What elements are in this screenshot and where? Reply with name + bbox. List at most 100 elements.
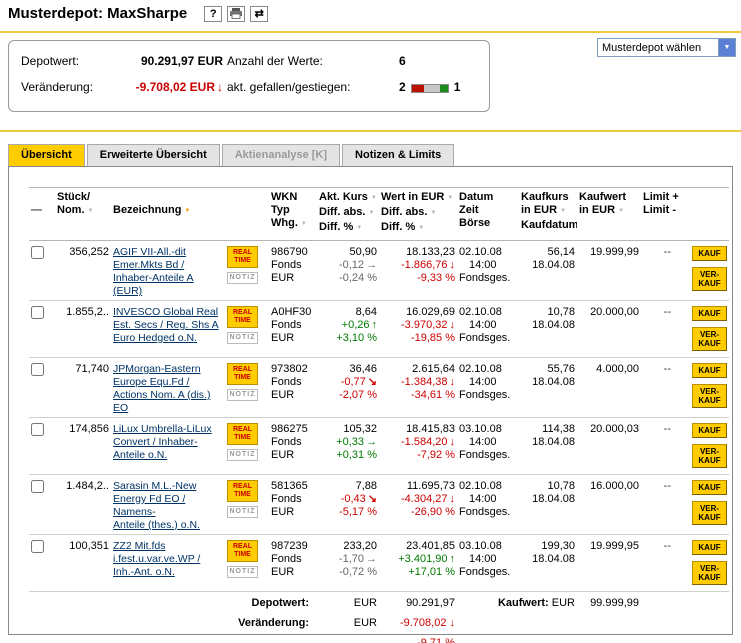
kaufwert-value: 20.000,00	[579, 306, 639, 319]
sort-icon	[415, 221, 424, 233]
waehrung-value: EUR	[271, 272, 315, 285]
stueck-value: 1.484,2..	[57, 480, 109, 493]
waehrung-value: EUR	[271, 332, 315, 345]
wert-diff-pct: -7,92 %	[417, 449, 455, 461]
boerse-value: Fondsges.	[459, 389, 517, 402]
limit-cell: --	[641, 475, 683, 535]
kauf-button[interactable]: KAUF	[692, 480, 727, 495]
tab-uebersicht[interactable]: Übersicht	[8, 144, 85, 166]
wert-trend-icon: ↓	[450, 319, 456, 331]
realtime-button[interactable]: REAL TIME	[227, 423, 258, 445]
verkauf-button[interactable]: VER- KAUF	[692, 561, 727, 585]
col-header-stueck[interactable]: Stück/ Nom.	[55, 188, 111, 241]
kauf-button[interactable]: KAUF	[692, 540, 727, 555]
instrument-link[interactable]: LiLux Umbrella-LiLux Convert / Inhaber- …	[113, 423, 212, 462]
notiz-button[interactable]: NOTIZ	[227, 332, 258, 344]
fallen-segment	[412, 85, 424, 92]
stueck-value: 174,856	[57, 423, 109, 436]
instrument-link[interactable]: INVESCO Global Real Est. Secs / Reg. Shs…	[113, 306, 219, 345]
chevron-down-icon[interactable]	[718, 39, 735, 56]
kurs-diff-abs: -0,43	[341, 493, 366, 505]
stueck-cell: 100,351	[55, 535, 111, 592]
gestiegen-segment	[440, 85, 448, 92]
instrument-link[interactable]: Sarasin M.L.-New Energy Fd EO / Namens- …	[113, 480, 200, 532]
stueck-cell: 71,740	[55, 358, 111, 418]
kaufdatum-value: 18.04.08	[521, 553, 575, 566]
page-title: Musterdepot: MaxSharpe	[8, 5, 187, 22]
kauf-button[interactable]: KAUF	[692, 423, 727, 438]
notiz-button[interactable]: NOTIZ	[227, 389, 258, 401]
footer-depotwert-label: Depotwert:	[29, 592, 317, 613]
row-checkbox[interactable]	[31, 540, 44, 553]
col-header-kurs[interactable]: Akt. Kurs Diff. abs. Diff. %	[317, 188, 379, 241]
wert-diff-abs: -1.866,76	[401, 259, 447, 271]
row-checkbox[interactable]	[31, 363, 44, 376]
realtime-button[interactable]: REAL TIME	[227, 246, 258, 268]
instrument-link[interactable]: JPMorgan-Eastern Europe Equ.Fd / Actions…	[113, 363, 210, 415]
stueck-value: 356,252	[57, 246, 109, 259]
notiz-button[interactable]: NOTIZ	[227, 449, 258, 461]
bezeichnung-cell: JPMorgan-Eastern Europe Equ.Fd / Actions…	[111, 358, 225, 418]
row-checkbox[interactable]	[31, 480, 44, 493]
notiz-button[interactable]: NOTIZ	[227, 272, 258, 284]
limit-value: --	[643, 246, 681, 259]
veraenderung-label: Veränderung:	[21, 80, 109, 94]
verkauf-button[interactable]: VER- KAUF	[692, 444, 727, 468]
tab-erweiterte-uebersicht[interactable]: Erweiterte Übersicht	[87, 144, 220, 166]
print-icon[interactable]	[227, 6, 245, 22]
select-cell	[29, 358, 55, 418]
row-checkbox[interactable]	[31, 306, 44, 319]
kurs-cell: 50,90 -0,12→ -0,24 %	[317, 241, 379, 301]
kauf-button[interactable]: KAUF	[692, 306, 727, 321]
akt-kurs-value: 233,20	[319, 540, 377, 553]
verkauf-button[interactable]: VER- KAUF	[692, 327, 727, 351]
refresh-icon[interactable]: ⇄	[250, 6, 268, 22]
limit-value: --	[643, 480, 681, 493]
bezeichnung-cell: LiLux Umbrella-LiLux Convert / Inhaber- …	[111, 418, 225, 475]
depotwert-value: 90.291,97 EUR	[113, 54, 223, 68]
col-header-bezeichnung[interactable]: Bezeichnung	[111, 188, 225, 241]
wert-diff-pct: -19,85 %	[411, 332, 455, 344]
footer-depotwert-value: 90.291,97	[379, 592, 457, 613]
col-header-kaufkurs[interactable]: Kaufkurs in EUR Kaufdatum	[519, 188, 577, 241]
wert-cell: 18.415,83 -1.584,20↓ -7,92 %	[379, 418, 457, 475]
kaufkurs-cell: 114,38 18.04.08	[519, 418, 577, 475]
zeit-value: 14:00	[469, 319, 517, 332]
col-header-kaufwert[interactable]: Kaufwert in EUR	[577, 188, 641, 241]
instrument-link[interactable]: ZZ2 Mit.fds i.fest.u.var.ve.WP / Inh.-An…	[113, 540, 200, 579]
depot-select-dropdown[interactable]: Musterdepot wählen	[597, 38, 736, 57]
top-divider	[0, 31, 741, 33]
anzahl-value: 6	[399, 54, 477, 68]
kauf-button[interactable]: KAUF	[692, 246, 727, 261]
instrument-link[interactable]: AGIF VII-All.-dit Emer.Mkts Bd / Inhaber…	[113, 246, 194, 298]
realtime-button[interactable]: REAL TIME	[227, 363, 258, 385]
wert-cell: 23.401,85 +3.401,90↑ +17,01 %	[379, 535, 457, 592]
wert-cell: 18.133,23 -1.866,76↓ -9,33 %	[379, 241, 457, 301]
title-row: Musterdepot: MaxSharpe ? ⇄	[8, 5, 268, 22]
help-icon[interactable]: ?	[204, 6, 222, 22]
row-checkbox[interactable]	[31, 423, 44, 436]
row-checkbox[interactable]	[31, 246, 44, 259]
realtime-button[interactable]: REAL TIME	[227, 480, 258, 502]
datum-cell: 03.10.08 14:00 Fondsges.	[457, 418, 519, 475]
realtime-button[interactable]: REAL TIME	[227, 540, 258, 562]
wert-trend-icon: ↓	[450, 259, 456, 271]
verkauf-button[interactable]: VER- KAUF	[692, 267, 727, 291]
select-cell	[29, 301, 55, 358]
notiz-button[interactable]: NOTIZ	[227, 566, 258, 578]
footer-row-veraenderung-pct: -9,71 %	[29, 632, 729, 643]
kauf-button[interactable]: KAUF	[692, 363, 727, 378]
kaufwert-value: 19.999,99	[579, 246, 639, 259]
realtime-button[interactable]: REAL TIME	[227, 306, 258, 328]
table-row: 1.855,2.. INVESCO Global Real Est. Secs …	[29, 301, 729, 358]
tab-notizen-limits[interactable]: Notizen & Limits	[342, 144, 454, 166]
col-header-wert[interactable]: Wert in EUR Diff. abs. Diff. %	[379, 188, 457, 241]
verkauf-button[interactable]: VER- KAUF	[692, 384, 727, 408]
wkn-value: 987239	[271, 540, 315, 553]
kaufwert-value: 16.000,00	[579, 480, 639, 493]
verkauf-button[interactable]: VER- KAUF	[692, 501, 727, 525]
wkn-cell: 986275 Fonds EUR	[269, 418, 317, 475]
trade-buttons-cell: KAUF VER- KAUF	[683, 475, 729, 535]
notiz-button[interactable]: NOTIZ	[227, 506, 258, 518]
col-header-wkn[interactable]: WKN Typ Whg.	[269, 188, 317, 241]
